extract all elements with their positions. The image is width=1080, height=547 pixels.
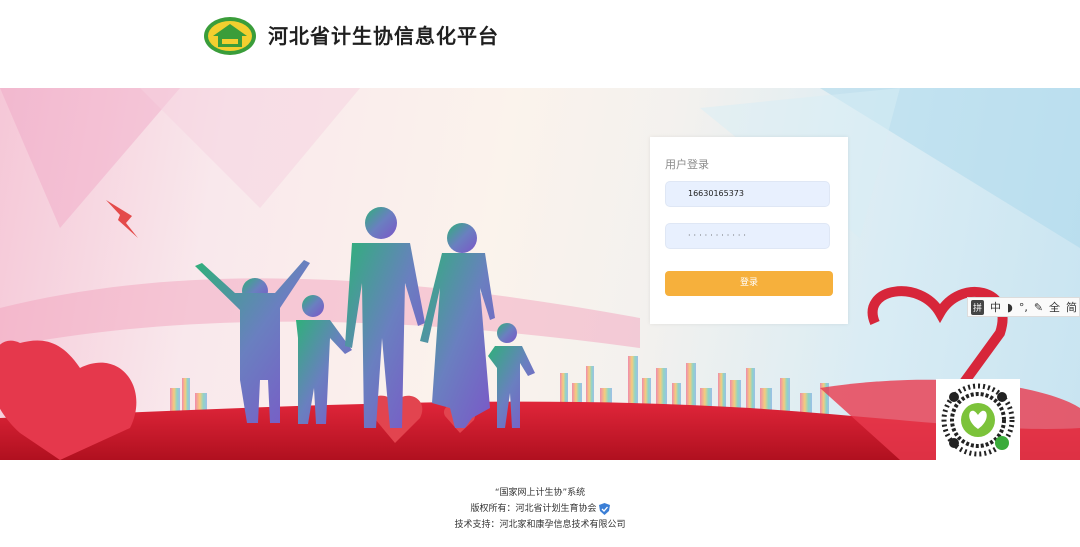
ime-width-button[interactable]: 全 — [1049, 299, 1060, 315]
moon-icon[interactable]: ◗ — [1007, 301, 1013, 314]
mini-program-qr-icon[interactable] — [936, 379, 1020, 461]
login-title: 用户登录 — [665, 158, 709, 171]
punctuation-icon[interactable]: °, — [1019, 301, 1028, 314]
footer-system-name: “国家网上计生协”系统 — [494, 488, 586, 498]
ime-toolbar[interactable]: 拼 中 ◗ °, ✎ 全 简 — [967, 297, 1080, 317]
ime-mode-button[interactable]: 拼 — [971, 299, 985, 315]
house-logo-icon[interactable] — [203, 16, 257, 56]
hero-banner — [0, 88, 1080, 460]
pen-icon[interactable]: ✎ — [1034, 301, 1043, 314]
site-header: 河北省计生协信息化平台 — [0, 0, 1080, 88]
username-input[interactable]: 16630165373 — [665, 181, 830, 207]
ime-language-button[interactable]: 中 — [990, 299, 1001, 315]
footer-tech-support: 技术支持：河北家和康孕信息技术有限公司 — [454, 520, 626, 530]
family-illustration — [0, 88, 1080, 460]
password-input[interactable]: ··········· — [665, 223, 830, 249]
site-title: 河北省计生协信息化平台 — [268, 24, 499, 48]
shield-icon[interactable] — [598, 502, 610, 515]
site-footer: “国家网上计生协”系统 版权所有：河北省计划生育协会 技术支持：河北家和康孕信息… — [0, 485, 1080, 533]
login-button[interactable]: 登录 — [665, 271, 833, 296]
footer-copyright: 版权所有：河北省计划生育协会 — [0, 501, 1080, 517]
ime-script-button[interactable]: 简 — [1066, 299, 1077, 315]
login-panel: 用户登录 16630165373 ··········· 登录 — [650, 137, 848, 324]
